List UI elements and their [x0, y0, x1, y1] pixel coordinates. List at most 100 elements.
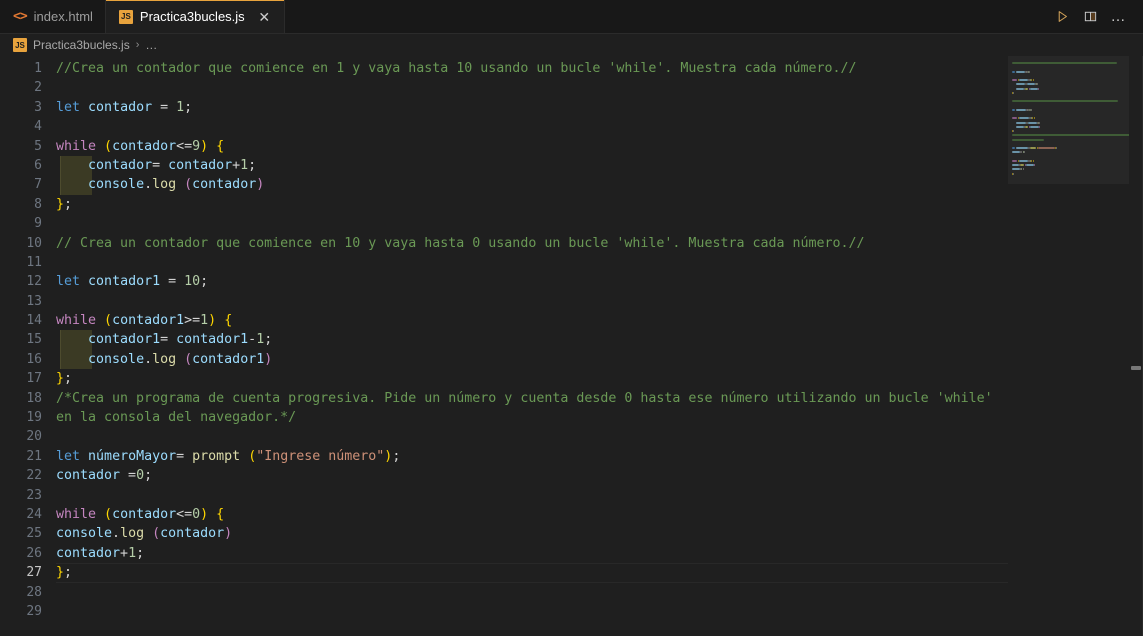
minimap-code-mark — [1033, 79, 1035, 81]
code-token: ) — [224, 526, 233, 542]
code-line-content: while (contador1>=1) { — [42, 311, 232, 330]
close-icon[interactable]: ✕ — [257, 9, 272, 24]
code-token: 0 — [192, 506, 201, 522]
editor-actions: … — [1049, 0, 1143, 33]
code-line[interactable]: 25 console.log (contador) — [0, 524, 1143, 543]
minimap-code-mark — [1016, 108, 1026, 111]
code-token: ) — [208, 313, 217, 329]
code-line[interactable]: 16 console.log (contador1) — [0, 349, 1143, 370]
code-token: . — [144, 351, 153, 367]
more-actions-button[interactable]: … — [1105, 4, 1131, 30]
code-line[interactable]: 29 — [0, 602, 1143, 621]
line-number: 12 — [26, 274, 42, 290]
code-line[interactable]: 17}; — [0, 369, 1143, 388]
code-line[interactable]: 14 while (contador1>=1) { — [0, 311, 1143, 330]
code-line-content: /*Crea un programa de cuenta progresiva.… — [42, 389, 993, 408]
code-line[interactable]: 7 console.log (contador) — [0, 175, 1143, 195]
code-line[interactable]: 15 contador1= contador1-1; — [0, 330, 1143, 350]
line-number: 9 — [34, 216, 42, 232]
code-token: contador — [88, 99, 153, 115]
play-triangle-icon — [1058, 11, 1067, 22]
breadcrumb-overflow[interactable]: … — [145, 38, 157, 52]
code-line[interactable]: 20 — [0, 427, 1143, 446]
vertical-scrollbar[interactable] — [1129, 56, 1143, 636]
split-editor-icon — [1084, 11, 1096, 22]
code-line[interactable]: 2 — [0, 78, 1143, 97]
code-line-content — [42, 78, 64, 97]
tab-index-html[interactable]: <> index.html — [0, 0, 106, 33]
code-line[interactable]: 11 — [0, 253, 1143, 272]
code-token: console — [56, 526, 113, 542]
minimap-code-mark — [1024, 125, 1028, 128]
code-line[interactable]: 6 contador= contador+1; — [0, 155, 1143, 176]
code-line[interactable]: 19 en la consola del navegador.*/ — [0, 408, 1143, 427]
code-line[interactable]: 23 — [0, 486, 1143, 505]
code-line[interactable]: 4 — [0, 117, 1143, 136]
code-line-content: let númeroMayor= prompt ("Ingrese número… — [42, 447, 400, 466]
minimap-code-mark — [1022, 168, 1024, 171]
code-token: contador1 — [88, 332, 161, 348]
minimap-code-mark — [1019, 159, 1028, 162]
code-line[interactable]: 24 while (contador<=0) { — [0, 505, 1143, 524]
code-token: ( — [184, 177, 193, 193]
line-number: 25 — [26, 526, 42, 542]
code-token: /*Crea un programa de cuenta progresiva.… — [56, 390, 993, 406]
code-line[interactable]: 8}; — [0, 195, 1143, 214]
code-line[interactable]: 22 contador =0; — [0, 466, 1143, 485]
code-editor[interactable]: 1 //Crea un contador que comience en 1 y … — [0, 56, 1143, 636]
code-line[interactable]: 18 /*Crea un programa de cuenta progresiv… — [0, 389, 1143, 408]
code-line[interactable]: 1 //Crea un contador que comience en 1 y … — [0, 59, 1143, 78]
minimap-code-mark — [1026, 83, 1036, 86]
code-line[interactable]: 12 let contador1 = 10; — [0, 272, 1143, 291]
code-token: ; — [248, 157, 257, 173]
code-token: contador1 — [176, 332, 249, 348]
breadcrumb: JS Practica3bucles.js › … — [0, 34, 1143, 56]
minimap-code-mark — [1012, 151, 1021, 154]
code-line-content: contador= contador+1; — [42, 156, 256, 175]
minimap-code-mark — [1025, 164, 1035, 166]
code-token: contador — [192, 177, 257, 193]
code-line[interactable]: 5 while (contador<=9) { — [0, 137, 1143, 156]
code-line-content — [42, 253, 64, 272]
code-line-content: while (contador<=9) { — [42, 137, 224, 156]
code-line[interactable]: 13 — [0, 292, 1143, 311]
code-token: let — [56, 448, 81, 464]
minimap-code-mark — [1028, 70, 1030, 73]
code-token: = — [152, 99, 177, 115]
code-token: ; — [136, 545, 145, 561]
code-token: ( — [104, 313, 113, 329]
run-code-button[interactable] — [1049, 4, 1075, 30]
tab-practica3bucles-js[interactable]: JS Practica3bucles.js ✕ — [105, 0, 285, 33]
breadcrumb-file[interactable]: Practica3bucles.js — [33, 38, 130, 52]
active-line-highlight — [56, 563, 1008, 583]
code-line[interactable]: 27}; — [0, 563, 1143, 583]
code-line[interactable]: 9 — [0, 214, 1143, 233]
minimap[interactable] — [1008, 56, 1129, 636]
minimap-code-mark — [1012, 134, 1129, 137]
code-token: ; — [200, 274, 209, 290]
code-lines-container: 1 //Crea un contador que comience en 1 y … — [0, 56, 1143, 636]
minimap-code-mark — [1029, 87, 1039, 90]
code-line[interactable]: 21 let númeroMayor= prompt ("Ingrese núme… — [0, 447, 1143, 466]
code-line[interactable]: 26 contador+1; — [0, 544, 1143, 563]
line-number: 29 — [26, 603, 42, 619]
ellipsis-icon: … — [1110, 7, 1126, 25]
code-token: while — [56, 313, 97, 329]
line-number: 13 — [26, 293, 42, 309]
split-editor-button[interactable] — [1077, 4, 1103, 30]
code-token: = — [160, 274, 185, 290]
minimap-code-mark — [1034, 164, 1036, 166]
code-line[interactable]: 3 let contador = 1; — [0, 98, 1143, 117]
code-line-content — [42, 583, 64, 602]
code-token: let — [56, 99, 81, 115]
code-line[interactable]: 10 // Crea un contador que comience en 10… — [0, 234, 1143, 253]
code-token: ; — [64, 565, 73, 581]
code-token: . — [144, 177, 153, 193]
code-line[interactable]: 28 — [0, 583, 1143, 602]
code-token: contador1 — [192, 351, 265, 367]
